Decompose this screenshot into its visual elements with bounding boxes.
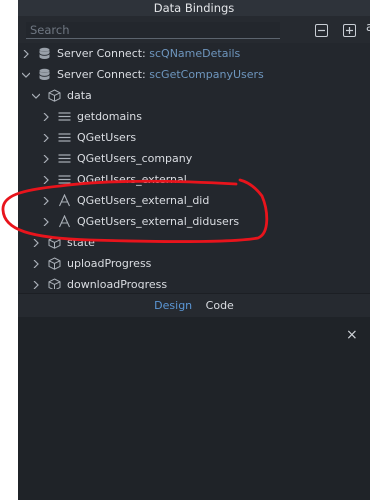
- chevron-right-icon[interactable]: [42, 176, 50, 184]
- tree-item-getdomains[interactable]: getdomains: [18, 106, 370, 127]
- chevron-right-icon[interactable]: [42, 218, 50, 226]
- tree-item-label: data: [67, 89, 92, 102]
- tree-item-label: QGetUsers: [77, 131, 137, 144]
- tree-item-qgetusers-company[interactable]: QGetUsers_company: [18, 148, 370, 169]
- tree-item-label: downloadProgress: [67, 278, 168, 289]
- tree-item-qgetusers-external[interactable]: QGetUsers_external: [18, 169, 370, 190]
- overflow-chevron-icon[interactable]: a: [366, 20, 370, 34]
- tree-item-qgetusers-external-didusers[interactable]: QGetUsers_external_didusers: [18, 211, 370, 232]
- expand-all-button[interactable]: [343, 24, 356, 37]
- tree-item-label: Server Connect: scQNameDetails: [57, 47, 241, 60]
- search-input[interactable]: [26, 22, 280, 39]
- tree-item-qgetusers[interactable]: QGetUsers: [18, 127, 370, 148]
- tree-item-label: QGetUsers_external_did: [77, 194, 210, 207]
- tab-design[interactable]: Design: [154, 294, 192, 317]
- text-type-icon: [58, 194, 71, 207]
- tree-item-label: QGetUsers_company: [77, 152, 193, 165]
- view-tabs: Design Code: [18, 293, 370, 317]
- collapse-all-button[interactable]: [315, 24, 328, 37]
- chevron-right-icon[interactable]: [42, 197, 50, 205]
- chevron-right-icon[interactable]: [42, 134, 50, 142]
- cube-icon: [48, 278, 61, 289]
- tree-item-state[interactable]: state: [18, 232, 370, 253]
- chevron-right-icon[interactable]: [32, 281, 40, 289]
- list-icon: [58, 154, 71, 163]
- tree-item-label: getdomains: [77, 110, 142, 123]
- list-icon: [58, 175, 71, 184]
- tree-item-downloadprogress[interactable]: downloadProgress: [18, 274, 370, 289]
- properties-area: [18, 317, 370, 500]
- tree-item-server-connect-scqnamedetails[interactable]: Server Connect: scQNameDetails: [18, 43, 370, 64]
- plus-icon: [346, 27, 353, 34]
- minus-icon: [318, 29, 325, 32]
- tree-item-label: Server Connect: scGetCompanyUsers: [57, 68, 264, 81]
- database-icon: [39, 47, 50, 59]
- tree-item-label: state: [67, 236, 95, 249]
- list-icon: [58, 112, 71, 121]
- tree-item-qgetusers-external-did[interactable]: QGetUsers_external_did: [18, 190, 370, 211]
- tree-item-label: uploadProgress: [67, 257, 152, 270]
- bindings-tree: Server Connect: scQNameDetails Server Co…: [18, 43, 370, 289]
- chevron-right-icon[interactable]: [42, 113, 50, 121]
- chevron-right-icon[interactable]: [32, 260, 40, 268]
- chevron-down-icon[interactable]: [32, 92, 40, 100]
- database-icon: [39, 68, 50, 80]
- tree-item-server-connect-scgetcompanyusers[interactable]: Server Connect: scGetCompanyUsers: [18, 64, 370, 85]
- cube-icon: [48, 257, 61, 270]
- text-type-icon: [58, 215, 71, 228]
- chevron-right-icon[interactable]: [22, 50, 30, 58]
- tree-item-uploadprogress[interactable]: uploadProgress: [18, 253, 370, 274]
- list-icon: [58, 133, 71, 142]
- tab-code[interactable]: Code: [206, 294, 234, 317]
- tree-item-data[interactable]: data: [18, 85, 370, 106]
- chevron-down-icon[interactable]: [22, 71, 30, 79]
- search-row: a: [18, 16, 370, 43]
- chevron-right-icon[interactable]: [32, 239, 40, 247]
- data-bindings-panel: Data Bindings a Server Connect: scQNameD…: [18, 0, 370, 500]
- panel-title: Data Bindings: [18, 0, 370, 16]
- tree-item-label: QGetUsers_external_didusers: [77, 215, 240, 228]
- tree-item-label: QGetUsers_external: [77, 173, 187, 186]
- chevron-right-icon[interactable]: [42, 155, 50, 163]
- cube-icon: [48, 236, 61, 249]
- close-icon[interactable]: ×: [346, 327, 358, 343]
- cube-icon: [48, 89, 61, 102]
